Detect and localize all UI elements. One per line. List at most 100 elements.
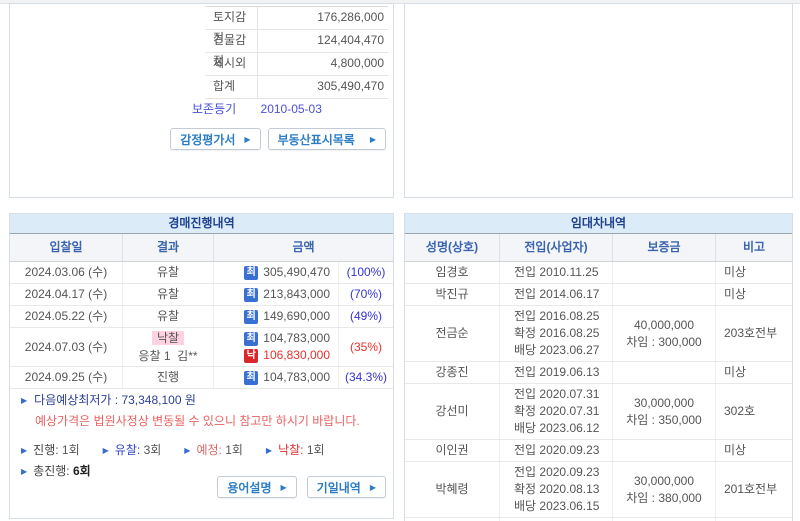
- deposit-line: 40,000,000: [633, 317, 695, 332]
- bid-amounts: 최 213,843,000: [214, 284, 338, 305]
- auction-row: 2024.09.25 (수) 진행 최 104,783,000 (34.3%): [10, 367, 393, 389]
- appraisal-panel: 토지감정 176,286,000 건물감정 124,404,470 제시외 4,…: [9, 3, 394, 198]
- glossary-button[interactable]: 용어설명 ▶: [217, 476, 297, 498]
- percent-value: (70%): [349, 287, 382, 301]
- percent-value: (35%): [349, 339, 382, 354]
- move-date-line: 전입 2020.09.23: [514, 443, 600, 457]
- tenant-note: 201호전부: [715, 462, 792, 517]
- bid-date: 2024.05.22 (수): [24, 309, 108, 323]
- stat-item: ▶ 낙찰: 1회: [266, 440, 325, 461]
- preservation-date: 2010-05-03: [260, 102, 322, 116]
- tenant-move-dates: 전입 2020.07.31 확정 2020.07.31 배당 2023.06.12: [499, 384, 613, 439]
- property-list-label: 부동산표시목록: [277, 132, 355, 147]
- move-date-line: 전입 2014.06.17: [514, 287, 600, 301]
- empty-panel: [404, 3, 793, 198]
- auction-history-panel: 경매진행내역 입찰일 결과 금액 2024.03.06 (수) 유찰 최 305…: [9, 213, 394, 519]
- tenant-deposit: 40,000,000 차임 : 300,000: [613, 306, 715, 361]
- appraisal-value: 305,490,470: [317, 79, 384, 93]
- lease-row: 강선미 전입 2020.07.31 확정 2020.07.31 배당 2023.06…: [405, 384, 792, 440]
- auction-row: 2024.04.17 (수) 유찰 최 213,843,000 (70%): [10, 284, 393, 306]
- tenant-move-dates: 전입 2014.06.17: [499, 284, 613, 305]
- amount-badge-icon: 최: [244, 370, 259, 385]
- lease-history-panel: 임대차내역 성명(상호) 전입(사업자) 보증금 비고 임경호 전입 2010.…: [404, 213, 793, 521]
- bid-percent: (70%): [338, 284, 393, 305]
- auction-table-header: 입찰일 결과 금액: [10, 234, 393, 262]
- column-header-bid-date: 입찰일: [49, 240, 83, 254]
- tenant-name: 임경호: [435, 265, 469, 279]
- appraisal-label: 토지감정: [205, 7, 258, 45]
- result-text: 유찰: [156, 309, 180, 323]
- tenant-deposit: [613, 362, 715, 383]
- deposit-line: 차임 : 350,000: [626, 412, 702, 427]
- tenant-note: 미상: [715, 262, 792, 283]
- stat-label: 유찰:: [114, 443, 141, 457]
- appraisal-table: 토지감정 176,286,000 건물감정 124,404,470 제시외 4,…: [205, 6, 388, 99]
- move-date-line: 전입 2019.06.13: [514, 365, 600, 379]
- bid-percent: (34.3%): [338, 367, 393, 388]
- amount-badge-icon: 최: [244, 331, 259, 346]
- deposit-line: 차임 : 300,000: [626, 334, 702, 349]
- bid-percent: (35%): [338, 328, 393, 366]
- arrow-icon: ▶: [280, 482, 287, 492]
- bid-date: 2024.09.25 (수): [24, 370, 108, 384]
- auction-row: 2024.07.03 (수) 낙찰 응찰 1 김** 최 104,783,000: [10, 328, 393, 367]
- result-subtext: 응찰 1 김**: [138, 349, 198, 363]
- auction-row: 2024.05.22 (수) 유찰 최 149,690,000 (49%): [10, 306, 393, 328]
- amount-value: 106,830,000: [263, 348, 330, 362]
- bid-result: 유찰: [122, 284, 214, 305]
- result-text: 진행: [156, 370, 180, 384]
- price-notice: 예상가격은 법원사정상 변동될 수 있으니 참고만 하시기 바랍니다.: [35, 414, 360, 428]
- amount-line: 낙 106,830,000: [244, 347, 330, 364]
- lease-table-header: 성명(상호) 전입(사업자) 보증금 비고: [405, 234, 792, 262]
- appraisal-row: 토지감정 176,286,000: [205, 7, 388, 45]
- next-minimum-price: ▶ 다음예상최저가 : 73,348,100 원: [21, 390, 385, 411]
- stat-item: ▶ 진행: 1회: [21, 440, 80, 461]
- percent-value: (100%): [346, 265, 386, 279]
- bullet-icon: ▶: [21, 396, 28, 405]
- appraisal-value: 176,286,000: [317, 10, 384, 24]
- move-date-line: 배당 2023.06.15: [514, 499, 600, 513]
- appraisal-row: 합계 305,490,470: [205, 76, 388, 99]
- tenant-name: 박혜령: [435, 482, 469, 496]
- lease-history-title: 임대차내역: [405, 214, 792, 234]
- stat-count: 1회: [306, 443, 325, 457]
- lease-row: 전금순 전입 2016.08.25 확정 2016.08.25 배당 2023.06…: [405, 306, 792, 362]
- column-header-tenant-name: 성명(상호): [425, 240, 479, 254]
- stat-count: 1회: [61, 443, 80, 457]
- page: 토지감정 176,286,000 건물감정 124,404,470 제시외 4,…: [0, 0, 800, 521]
- bid-date: 2024.07.03 (수): [24, 339, 108, 354]
- move-date-line: 전입 2020.09.23: [514, 465, 600, 479]
- auction-notes: ▶ 다음예상최저가 : 73,348,100 원 예상가격은 법원사정상 변동될 …: [21, 390, 385, 482]
- column-header-amount: 금액: [292, 240, 315, 254]
- tenant-move-dates: 전입 2020.09.23: [499, 440, 613, 461]
- appraisal-value: 4,800,000: [330, 56, 384, 70]
- move-date-line: 전입 2020.07.31: [514, 387, 600, 401]
- tenant-move-dates: 전입 2016.08.25 확정 2016.08.25 배당 2023.06.27: [499, 306, 613, 361]
- amount-value: 305,490,470: [263, 265, 330, 279]
- schedule-button[interactable]: 기일내역 ▶: [306, 476, 386, 498]
- tenant-deposit: 30,000,000 차임 : 380,000: [613, 462, 715, 517]
- amount-value: 149,690,000: [263, 309, 330, 323]
- bid-date: 2024.04.17 (수): [24, 287, 108, 301]
- bid-result: 유찰: [122, 262, 214, 283]
- stat-item: ▶ 유찰: 3회: [103, 440, 162, 461]
- percent-value: (34.3%): [344, 370, 388, 384]
- bid-amounts: 최 149,690,000: [214, 306, 338, 327]
- preservation-label[interactable]: 보존등기: [192, 102, 236, 116]
- move-date-line: 배당 2023.06.12: [514, 421, 600, 435]
- bid-result: 유찰: [122, 306, 214, 327]
- deposit-line: 30,000,000: [633, 473, 695, 488]
- appraisal-report-button[interactable]: 감정평가서 ▶: [170, 128, 261, 150]
- tenant-note: 미상: [715, 284, 792, 305]
- amount-badge-icon: 낙: [244, 348, 259, 363]
- auction-buttons: 용어설명 ▶ 기일내역 ▶: [217, 476, 386, 498]
- result-text: 유찰: [156, 265, 180, 279]
- amount-badge-icon: 최: [244, 265, 259, 280]
- tenant-move-dates: 전입 2019.06.13: [499, 362, 613, 383]
- column-header-result: 결과: [122, 234, 214, 261]
- property-list-button[interactable]: 부동산표시목록 ▶: [267, 128, 386, 150]
- tenant-note: 미상: [715, 362, 792, 383]
- bid-amounts: 최 104,783,000 낙 106,830,000: [214, 328, 338, 366]
- lease-table-body: 임경호 전입 2010.11.25 미상 박진규 전입 2014.06.17 미…: [405, 262, 792, 521]
- bid-amounts: 최 104,783,000: [214, 367, 338, 388]
